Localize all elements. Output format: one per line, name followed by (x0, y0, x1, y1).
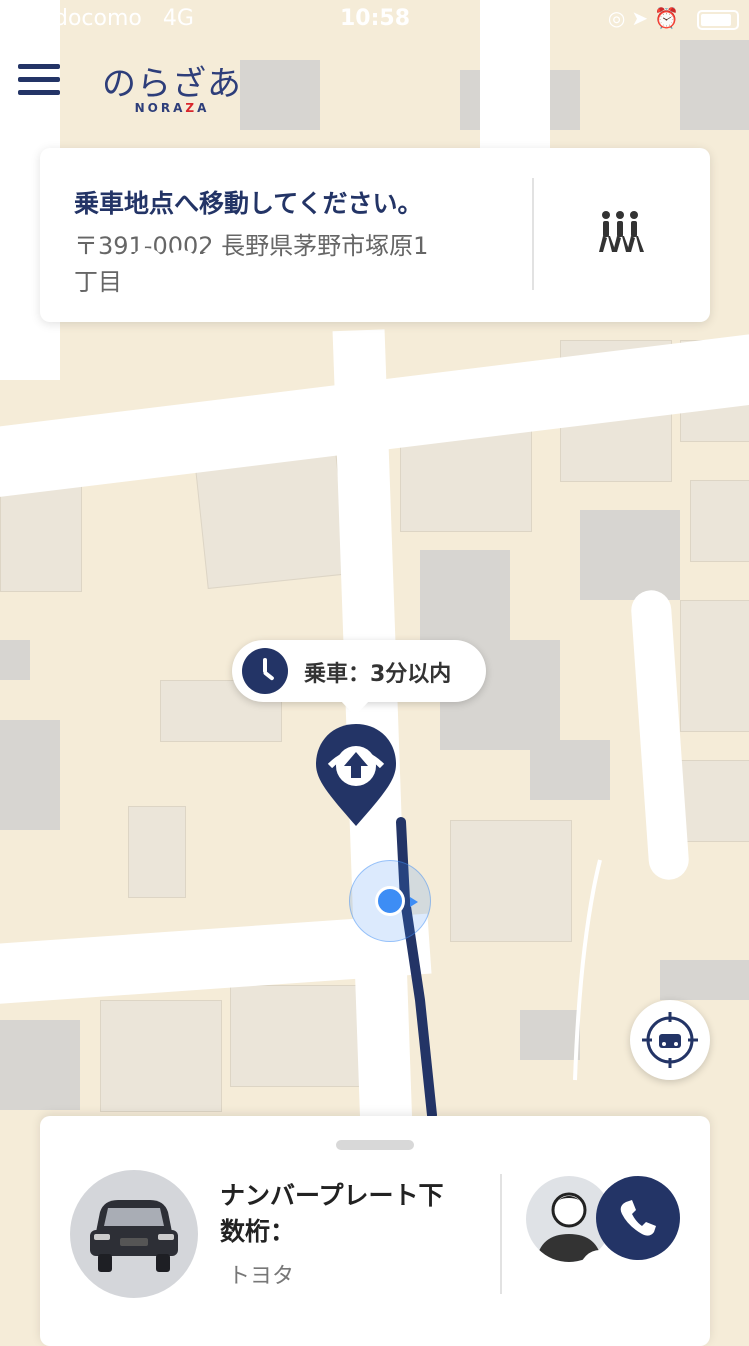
walking-people-icon[interactable] (598, 210, 648, 256)
logo-jp: のらざあ (102, 64, 242, 104)
recenter-vehicle-button[interactable] (630, 1000, 710, 1080)
license-plate-info: ナンバープレート下 数桁： (220, 1181, 444, 1246)
carrier-label: docomo 4G (54, 6, 194, 31)
car-target-icon (642, 1012, 698, 1068)
vehicle-maker: トヨタ (228, 1264, 295, 1289)
clock-icon (242, 648, 288, 694)
redaction-blot (164, 250, 200, 286)
car-icon (90, 1200, 178, 1272)
pickup-eta-tooltip: 乗車：3分以内 (232, 640, 486, 702)
hamburger-icon (18, 64, 60, 69)
vehicle-info-card[interactable]: ナンバープレート下 数桁： トヨタ (40, 1116, 710, 1346)
phone-icon (620, 1200, 656, 1236)
network-label: 4G (162, 6, 194, 31)
redaction-blot (312, 1212, 346, 1246)
redaction-blot (596, 1264, 636, 1304)
redaction-blot (196, 250, 232, 286)
tooltip-pointer (340, 700, 370, 716)
card-divider (500, 1174, 502, 1294)
pickup-eta-label: 乗車：3分以内 (304, 662, 452, 687)
battery-icon (697, 10, 739, 30)
instruction-title: 乗車地点へ移動してください。 (74, 189, 423, 218)
clock: 10:58 (340, 6, 411, 31)
app-logo: のらざあ NORAZA (102, 56, 242, 115)
drag-handle[interactable] (336, 1140, 414, 1150)
vehicle-avatar (70, 1170, 198, 1298)
user-location-marker (349, 860, 431, 942)
signal-icon (12, 12, 40, 37)
redaction-blot (464, 236, 500, 272)
menu-button[interactable] (18, 64, 60, 100)
status-bar: docomo 4G 10:58 ◎➤⏰ (0, 0, 749, 40)
redaction-blot (130, 248, 164, 282)
card-divider (532, 178, 534, 290)
call-driver-button[interactable] (596, 1176, 680, 1260)
instruction-card: 乗車地点へ移動してください。 〒391-0002 長野県茅野市塚原1 丁目 (40, 148, 710, 322)
location-alarm-icons: ◎➤⏰ (607, 6, 685, 30)
pickup-pin-icon[interactable] (312, 720, 408, 832)
